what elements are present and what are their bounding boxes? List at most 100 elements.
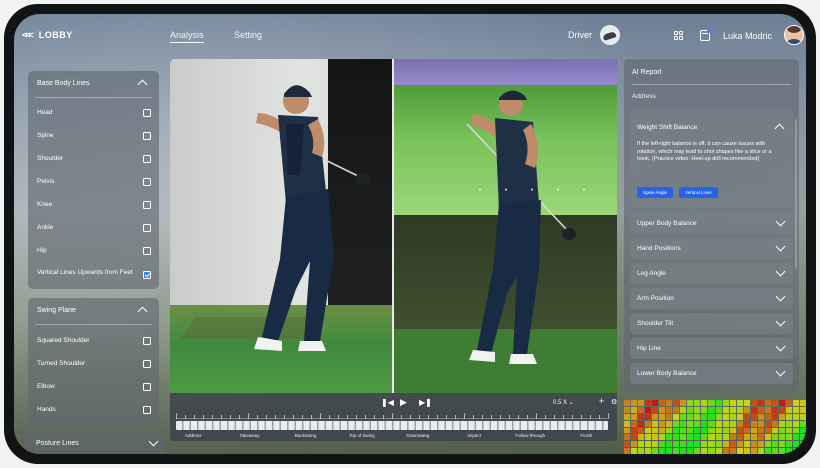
option-vertical-lines-from-feet[interactable]: Vertical Lines Upwards from Feet [37, 268, 151, 288]
checkbox[interactable] [143, 224, 151, 232]
zoom-in-icon[interactable]: + [599, 396, 604, 406]
heatmap-cell [792, 420, 799, 427]
option-shoulder[interactable]: Shoulder [37, 152, 151, 168]
section-shoulder-tilt[interactable]: Shoulder Tilt [630, 313, 793, 334]
chevron-down-icon[interactable] [775, 241, 786, 252]
heatmap-cell [666, 448, 673, 454]
heatmap-cell [680, 427, 687, 434]
heatmap-cell [659, 427, 666, 434]
checkbox[interactable] [143, 132, 151, 140]
playback-speed-select[interactable]: 0.5 X ⌄ [553, 399, 574, 406]
phase-backswing[interactable]: Backswing [295, 433, 317, 438]
phase-takeaway[interactable]: Takeaway [239, 433, 259, 438]
avatar[interactable] [784, 25, 804, 45]
heatmap-cell [778, 406, 785, 413]
chevron-up-icon[interactable] [137, 79, 148, 90]
option-turned-shoulder[interactable]: Turned Shoulder [37, 357, 151, 373]
skip-forward-icon[interactable]: ▶❚ [419, 398, 432, 407]
phase-top-of-swing[interactable]: Top of Swing [349, 433, 375, 438]
timeline-ruler[interactable] [176, 413, 609, 419]
heatmap-cell [750, 448, 757, 454]
chevron-up-icon[interactable] [774, 123, 785, 134]
chevron-down-icon[interactable] [775, 216, 786, 227]
section-arm-position[interactable]: Arm Position [630, 288, 793, 309]
chevron-down-icon[interactable] [775, 316, 786, 327]
gear-icon[interactable]: ⚙ [611, 398, 617, 406]
phase-finish[interactable]: Finish [580, 433, 592, 438]
heatmap-cell [666, 441, 673, 448]
checkbox[interactable] [143, 155, 151, 163]
checkbox[interactable] [143, 201, 151, 209]
heatmap-cell [694, 441, 701, 448]
section-lower-body-balance[interactable]: Lower Body Balance [630, 363, 793, 384]
heatmap-cell [631, 441, 638, 448]
ruler-tick [221, 415, 222, 419]
swing-plane-header[interactable]: Swing Plane [35, 298, 152, 325]
chevron-down-icon[interactable] [775, 366, 786, 377]
heatmap-cell [624, 448, 631, 454]
skip-back-icon[interactable]: ❚◀ [381, 398, 394, 407]
vertical-lines-button[interactable]: Vertical Lines [679, 187, 718, 198]
ai-report-panel: AI Report Address Weight Shift Balance I… [624, 59, 799, 393]
section-upper-body-balance[interactable]: Upper Body Balance [630, 213, 793, 234]
chevron-up-icon[interactable] [137, 306, 148, 317]
option-spine[interactable]: Spine [37, 129, 151, 145]
phase-impact[interactable]: Impact [467, 433, 481, 438]
chevron-down-icon[interactable] [775, 341, 786, 352]
club-label[interactable]: Driver [568, 30, 592, 40]
heatmap-cell [666, 413, 673, 420]
checkbox[interactable] [143, 109, 151, 117]
option-knee[interactable]: Knee [37, 198, 151, 214]
swing-video-comparison[interactable]: ● ● ● ● ● [170, 59, 617, 393]
checkbox[interactable] [143, 383, 151, 391]
checkbox[interactable] [143, 337, 151, 345]
chevron-down-icon[interactable] [148, 436, 159, 447]
checkbox[interactable] [143, 247, 151, 255]
ruler-tick [392, 413, 393, 419]
heatmap-cell [722, 448, 729, 454]
driver-club-icon[interactable] [600, 25, 620, 45]
option-ankle[interactable]: Ankle [37, 221, 151, 237]
option-hands[interactable]: Hands [37, 403, 151, 419]
posture-lines-panel[interactable]: Posture Lines [22, 432, 165, 454]
ruler-tick [608, 413, 609, 419]
play-icon[interactable]: ▶ [400, 397, 407, 408]
tab-analysis[interactable]: Analysis [170, 30, 204, 43]
checkbox[interactable] [143, 178, 151, 186]
lobby-back-button[interactable]: <<< LOBBY [22, 30, 73, 40]
heatmap-cell [764, 427, 771, 434]
section-hip-line[interactable]: Hip Line [630, 338, 793, 359]
chevron-down-icon[interactable] [775, 291, 786, 302]
option-squared-shoulder[interactable]: Squared Shoulder [37, 334, 151, 350]
spine-angle-button[interactable]: Spine Angle [637, 187, 674, 198]
option-elbow[interactable]: Elbow [37, 380, 151, 396]
report-scrollbar[interactable] [795, 119, 797, 269]
option-head[interactable]: Head [37, 106, 151, 122]
checkbox[interactable] [143, 360, 151, 368]
frame-filmstrip[interactable] [176, 421, 608, 430]
phase-follow-through[interactable]: Follow-through [515, 433, 545, 438]
section-hand-positions[interactable]: Hand Positions [630, 238, 793, 259]
checkbox[interactable] [143, 406, 151, 414]
section-leg-angle[interactable]: Leg Angle [630, 263, 793, 284]
calendar-icon[interactable] [700, 29, 711, 41]
video-divider[interactable] [392, 59, 394, 393]
heatmap-cell [785, 420, 792, 427]
heatmap-cell [645, 406, 652, 413]
option-pelvis[interactable]: Pelvis [37, 175, 151, 191]
heatmap-cell [652, 427, 659, 434]
ruler-tick [500, 415, 501, 419]
grid-menu-icon[interactable] [674, 31, 683, 40]
option-hip[interactable]: Hip [37, 244, 151, 260]
phase-address[interactable]: Address [185, 433, 202, 438]
option-label: Squared Shoulder [37, 337, 90, 344]
base-body-lines-header[interactable]: Base Body Lines [35, 71, 152, 98]
ruler-tick [266, 415, 267, 419]
ruler-tick [293, 415, 294, 419]
tab-setting[interactable]: Setting [234, 30, 262, 40]
heatmap-cell [771, 434, 778, 441]
phase-downswing[interactable]: Downswing [406, 433, 429, 438]
checkbox-checked[interactable] [143, 271, 151, 279]
chevron-down-icon[interactable] [775, 266, 786, 277]
heatmap-cell [729, 400, 736, 406]
